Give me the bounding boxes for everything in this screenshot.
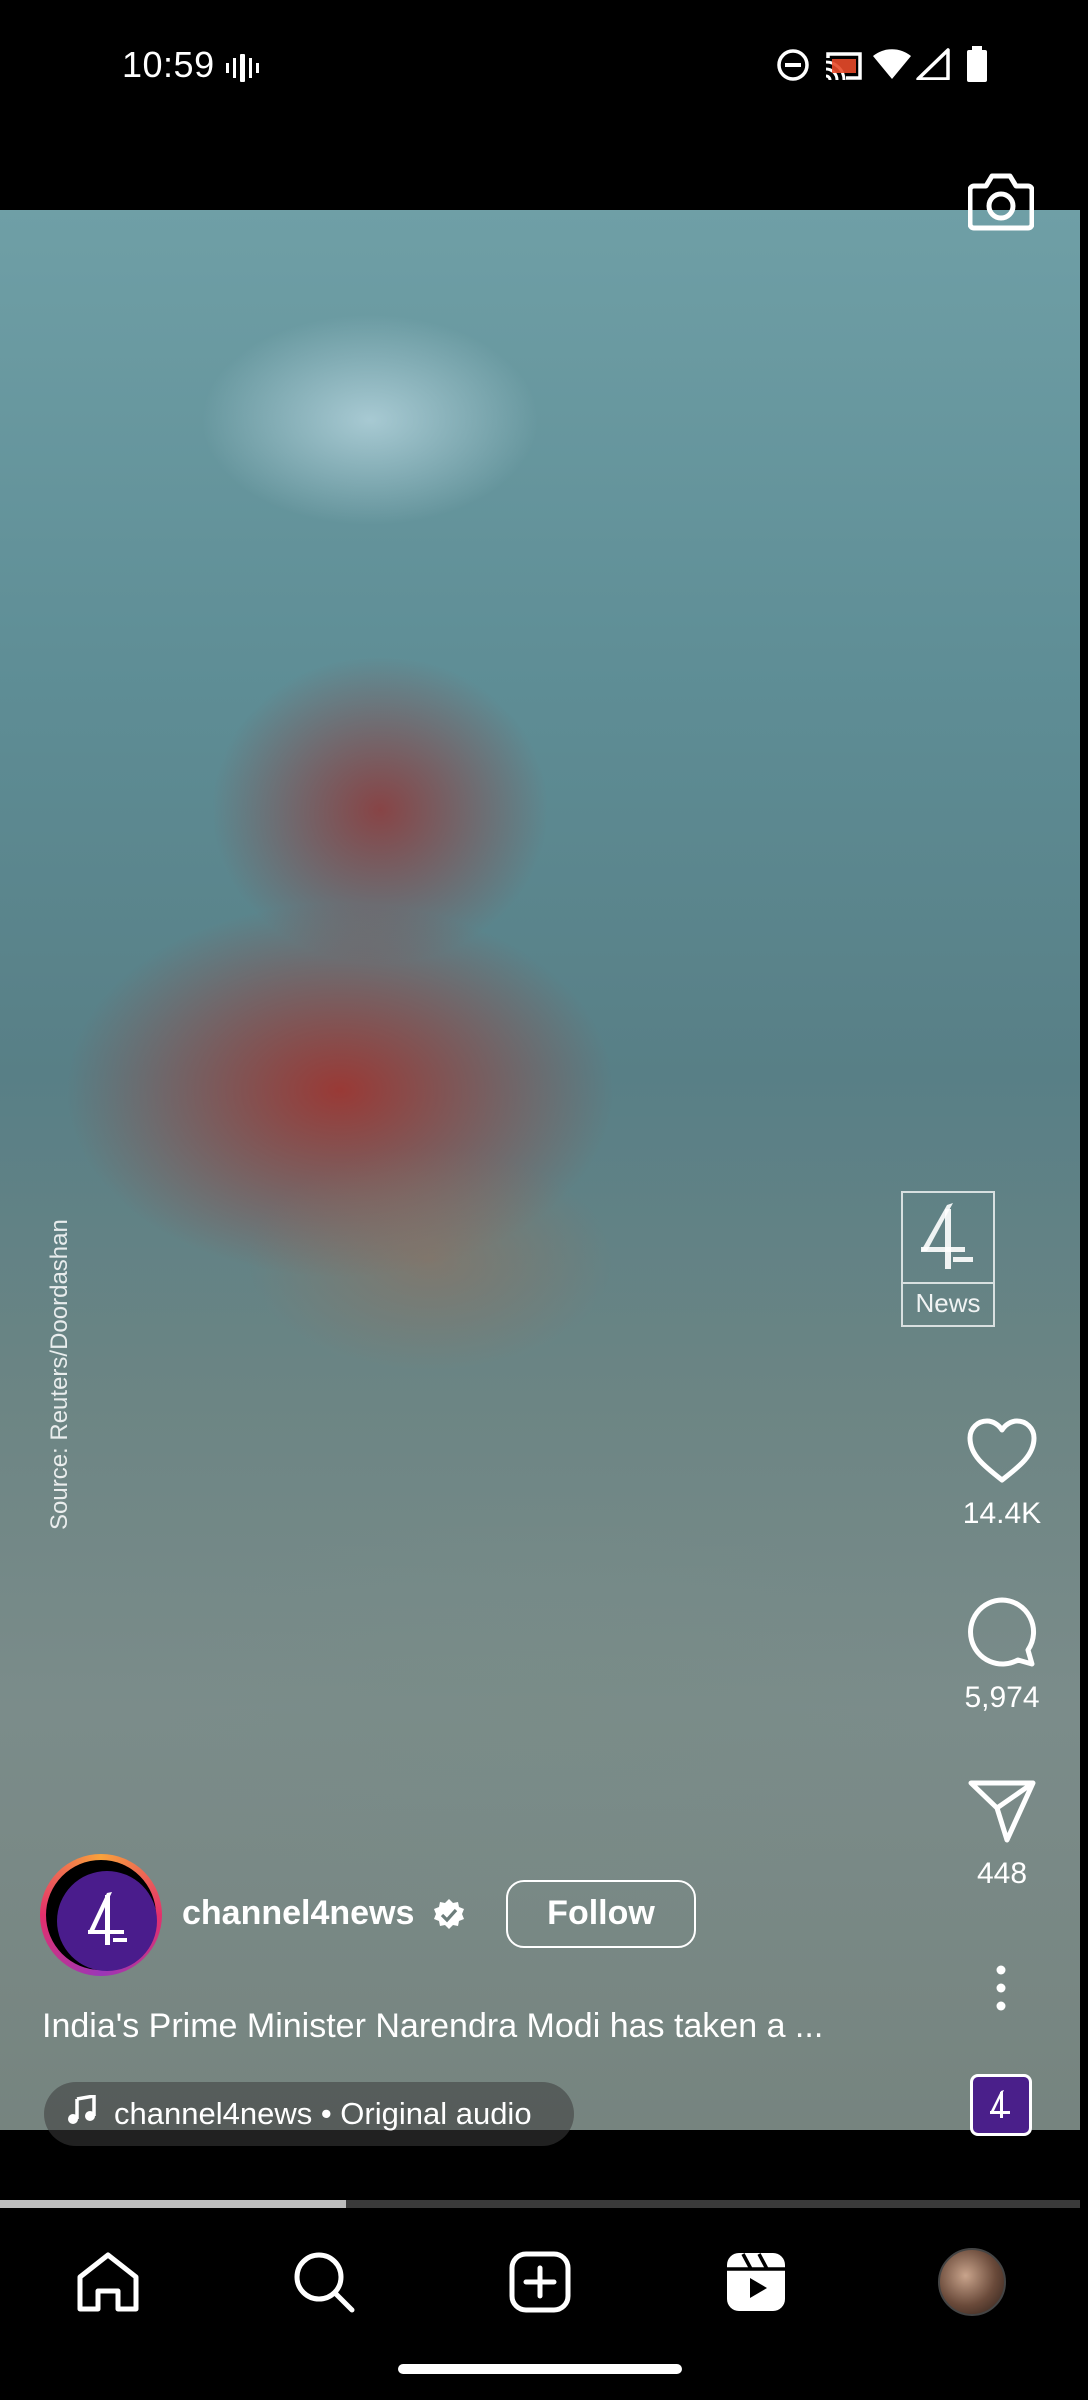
share-count: 448 — [976, 1857, 1028, 1890]
video-progress-fill — [0, 2200, 346, 2208]
heart-icon[interactable] — [966, 1418, 1038, 1488]
signal-icon — [916, 48, 950, 85]
more-options-icon[interactable] — [985, 1964, 1017, 2017]
comment-count: 5,974 — [964, 1681, 1040, 1714]
like-count: 14.4K — [962, 1497, 1042, 1530]
music-note-icon — [68, 2093, 96, 2133]
cast-icon — [824, 50, 864, 87]
share-action[interactable]: 448 — [950, 1778, 1054, 1891]
like-action[interactable]: 14.4K — [950, 1418, 1054, 1531]
home-indicator[interactable] — [398, 2364, 682, 2374]
status-time: 10:59 — [122, 44, 215, 85]
search-icon[interactable] — [284, 2242, 364, 2322]
audio-attribution[interactable]: channel4news • Original audio — [44, 2082, 574, 2146]
home-icon[interactable] — [68, 2242, 148, 2322]
video-progress-bar[interactable] — [0, 2200, 1080, 2208]
audio-label: channel4news • Original audio — [114, 2096, 532, 2131]
audio-thumbnail[interactable] — [970, 2074, 1032, 2136]
author-username[interactable]: channel4news — [182, 1894, 414, 1933]
profile-tab[interactable] — [932, 2242, 1012, 2322]
reel-caption[interactable]: India's Prime Minister Narendra Modi has… — [42, 2007, 902, 2046]
channel4-news-watermark: News — [901, 1191, 995, 1327]
vibrate-icon — [226, 52, 260, 89]
send-icon[interactable] — [967, 1780, 1037, 1848]
camera-icon[interactable] — [967, 172, 1035, 237]
comment-icon[interactable] — [966, 1597, 1038, 1672]
verified-badge-icon — [432, 1898, 466, 1937]
profile-avatar[interactable] — [938, 2248, 1006, 2316]
reel-video[interactable]: Source: Reuters/Doordashan News — [0, 210, 1080, 2130]
watermark-news-label: News — [903, 1282, 993, 1319]
do-not-disturb-icon — [776, 48, 810, 87]
battery-icon — [966, 46, 988, 87]
create-icon[interactable] — [500, 2242, 580, 2322]
follow-button[interactable]: Follow — [506, 1880, 696, 1948]
status-bar: 10:59 — [0, 0, 1088, 140]
comment-action[interactable]: 5,974 — [950, 1596, 1054, 1715]
wifi-icon — [872, 48, 912, 85]
reels-icon[interactable] — [716, 2242, 796, 2322]
author-avatar[interactable] — [40, 1854, 162, 1976]
video-source-credit: Source: Reuters/Doordashan — [46, 1219, 73, 1530]
